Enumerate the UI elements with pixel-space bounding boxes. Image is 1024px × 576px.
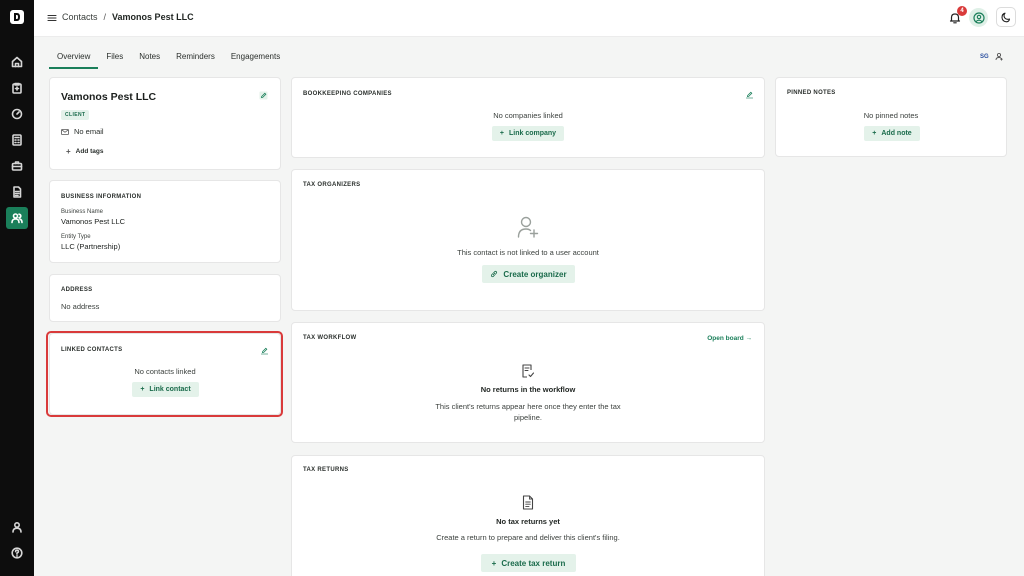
- account-button[interactable]: [969, 8, 988, 27]
- business-name-value: Vamonos Pest LLC: [61, 217, 126, 226]
- tab-overview[interactable]: Overview: [49, 49, 99, 69]
- breadcrumb-current: Vamonos Pest LLC: [112, 12, 194, 22]
- add-user-icon: [517, 216, 539, 238]
- email-value: No email: [74, 127, 104, 136]
- business-info-title: BUSINESS INFORMATION: [61, 194, 142, 200]
- user-circle-icon: [972, 11, 985, 24]
- open-board-link[interactable]: Open board →: [707, 335, 752, 342]
- contact-name: Vamonos Pest LLC: [61, 91, 157, 103]
- address-value: No address: [61, 302, 100, 311]
- create-organizer-button[interactable]: Create organizer: [482, 265, 575, 283]
- add-note-button[interactable]: + Add note: [864, 126, 920, 141]
- moon-icon: [1000, 12, 1010, 22]
- gauge-icon[interactable]: [8, 105, 26, 123]
- business-info-card: BUSINESS INFORMATION Business Name Vamon…: [49, 180, 281, 263]
- sidebar: [0, 0, 34, 576]
- contact-summary-card: Vamonos Pest LLC CLIENT No email + Add t…: [49, 77, 281, 170]
- tax-returns-desc: Create a return to prepare and deliver t…: [436, 533, 620, 542]
- link-company-button[interactable]: + Link company: [492, 126, 564, 141]
- business-name-label: Business Name: [61, 209, 104, 215]
- bookkeeping-card: BOOKKEEPING COMPANIES No companies linke…: [291, 77, 765, 158]
- edit-bookkeeping-icon[interactable]: [745, 90, 754, 99]
- tab-reminders[interactable]: Reminders: [168, 49, 223, 69]
- tab-engagements[interactable]: Engagements: [223, 49, 288, 69]
- create-organizer-label: Create organizer: [503, 269, 567, 279]
- assign-user-icon[interactable]: [995, 52, 1004, 61]
- breadcrumb: Contacts / Vamonos Pest LLC: [62, 12, 194, 22]
- tax-organizers-card: TAX ORGANIZERS This contact is not linke…: [291, 169, 765, 311]
- assignee-area: SG: [980, 52, 1004, 61]
- not-linked-text: This contact is not linked to a user acc…: [457, 248, 599, 257]
- entity-type-value: LLC (Partnership): [61, 242, 121, 251]
- pinned-notes-title: PINNED NOTES: [787, 90, 836, 96]
- no-tax-returns-title: No tax returns yet: [496, 517, 560, 526]
- clipboard-icon[interactable]: [8, 79, 26, 97]
- briefcase-icon[interactable]: [8, 157, 26, 175]
- assignee-initials[interactable]: SG: [980, 54, 989, 60]
- plus-icon: +: [872, 130, 877, 137]
- workflow-desc-line2: pipeline.: [514, 413, 542, 422]
- document-icon[interactable]: [8, 183, 26, 201]
- user-profile-icon[interactable]: [8, 518, 26, 536]
- email-row: No email: [61, 127, 104, 136]
- address-card: ADDRESS No address: [49, 274, 281, 322]
- calculator-icon[interactable]: [8, 131, 26, 149]
- add-tags-button[interactable]: + Add tags: [66, 147, 103, 156]
- mail-icon: [61, 128, 69, 135]
- no-returns-workflow-title: No returns in the workflow: [480, 385, 576, 394]
- theme-toggle-button[interactable]: [996, 7, 1016, 27]
- tab-bar: Overview Files Notes Reminders Engagemen…: [49, 49, 288, 69]
- tax-workflow-title: TAX WORKFLOW: [303, 335, 357, 341]
- create-tax-return-label: Create tax return: [501, 558, 566, 568]
- add-tags-label: Add tags: [75, 148, 104, 155]
- workflow-desc-line1: This client's returns appear here once t…: [435, 402, 621, 411]
- create-tax-return-button[interactable]: + Create tax return: [481, 554, 576, 572]
- plus-icon: +: [499, 130, 504, 137]
- breadcrumb-contacts-link[interactable]: Contacts: [62, 12, 98, 22]
- tab-notes[interactable]: Notes: [131, 49, 168, 69]
- tax-returns-title: TAX RETURNS: [303, 467, 349, 473]
- top-bar: Contacts / Vamonos Pest LLC 4: [34, 0, 1024, 37]
- edit-icon[interactable]: [259, 91, 268, 100]
- plus-icon: +: [491, 558, 497, 568]
- link-company-label: Link company: [509, 130, 557, 137]
- no-pinned-notes-text: No pinned notes: [863, 111, 919, 120]
- tab-files[interactable]: Files: [98, 49, 131, 69]
- link-icon: [491, 270, 498, 278]
- tax-organizers-title: TAX ORGANIZERS: [303, 182, 361, 188]
- app-logo-icon[interactable]: [9, 9, 25, 25]
- entity-type-label: Entity Type: [61, 234, 91, 240]
- add-note-label: Add note: [881, 130, 912, 137]
- no-companies-text: No companies linked: [493, 111, 563, 120]
- breadcrumb-separator: /: [103, 12, 107, 22]
- menu-icon[interactable]: [47, 13, 57, 23]
- tax-workflow-card: TAX WORKFLOW Open board → No returns in …: [291, 322, 765, 443]
- clipboard-check-icon: [522, 364, 535, 378]
- client-tag-badge: CLIENT: [61, 110, 90, 120]
- tax-returns-card: TAX RETURNS No tax returns yet Create a …: [291, 455, 765, 576]
- highlight-box: [46, 331, 283, 417]
- address-title: ADDRESS: [61, 287, 93, 293]
- help-icon[interactable]: [8, 544, 26, 562]
- file-text-icon: [522, 495, 534, 510]
- bookkeeping-title: BOOKKEEPING COMPANIES: [303, 91, 392, 97]
- contacts-icon[interactable]: [6, 207, 28, 229]
- notification-count-badge: 4: [957, 6, 967, 16]
- plus-icon: +: [66, 147, 71, 156]
- home-icon[interactable]: [8, 53, 26, 71]
- pinned-notes-card: PINNED NOTES No pinned notes + Add note: [775, 77, 1007, 157]
